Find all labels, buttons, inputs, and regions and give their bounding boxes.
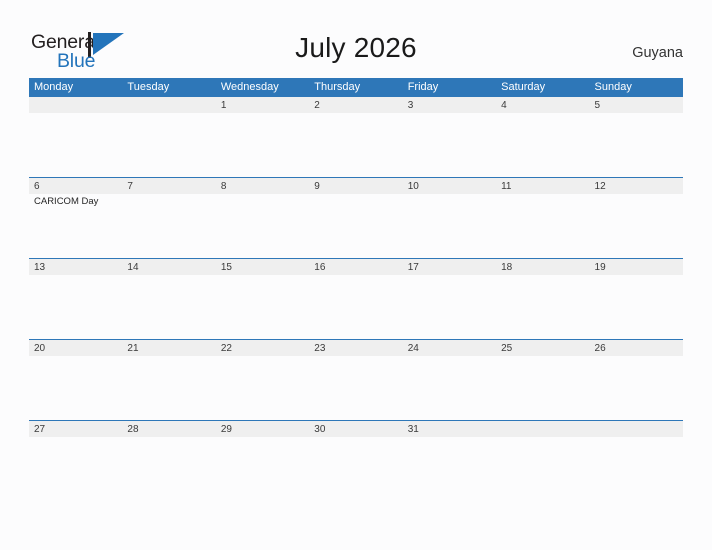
day-number[interactable]: 3 bbox=[403, 97, 496, 113]
day-events[interactable] bbox=[590, 356, 683, 419]
day-events[interactable] bbox=[122, 437, 215, 500]
day-number[interactable]: 12 bbox=[590, 178, 683, 194]
week-event-body bbox=[29, 437, 683, 500]
day-events[interactable] bbox=[496, 194, 589, 257]
day-number[interactable]: 29 bbox=[216, 421, 309, 437]
calendar-week-row: 27 28 29 30 31 bbox=[29, 420, 683, 501]
day-number[interactable]: 30 bbox=[309, 421, 402, 437]
day-number[interactable]: 22 bbox=[216, 340, 309, 356]
week-date-band: 20 21 22 23 24 25 26 bbox=[29, 339, 683, 356]
day-events[interactable] bbox=[403, 194, 496, 257]
day-events[interactable] bbox=[496, 113, 589, 176]
day-events[interactable] bbox=[122, 113, 215, 176]
day-number[interactable]: 14 bbox=[122, 259, 215, 275]
weekday-header-row: Monday Tuesday Wednesday Thursday Friday… bbox=[29, 78, 683, 96]
day-number[interactable]: 26 bbox=[590, 340, 683, 356]
day-number[interactable]: 9 bbox=[309, 178, 402, 194]
day-events[interactable] bbox=[403, 437, 496, 500]
day-events[interactable] bbox=[309, 356, 402, 419]
week-date-band: 6 7 8 9 10 11 12 bbox=[29, 177, 683, 194]
day-number[interactable] bbox=[590, 421, 683, 437]
week-event-body bbox=[29, 113, 683, 176]
day-number[interactable]: 18 bbox=[496, 259, 589, 275]
day-events[interactable] bbox=[122, 275, 215, 338]
calendar-week-row: 13 14 15 16 17 18 19 bbox=[29, 258, 683, 339]
day-events[interactable] bbox=[309, 194, 402, 257]
day-events[interactable] bbox=[403, 113, 496, 176]
day-number[interactable]: 2 bbox=[309, 97, 402, 113]
day-events[interactable] bbox=[216, 437, 309, 500]
day-number[interactable]: 7 bbox=[122, 178, 215, 194]
day-events[interactable] bbox=[216, 275, 309, 338]
day-number[interactable]: 19 bbox=[590, 259, 683, 275]
day-number[interactable] bbox=[29, 97, 122, 113]
day-events[interactable] bbox=[309, 275, 402, 338]
day-number[interactable]: 4 bbox=[496, 97, 589, 113]
day-number[interactable]: 16 bbox=[309, 259, 402, 275]
weekday-header-friday: Friday bbox=[407, 81, 439, 93]
day-events[interactable] bbox=[590, 113, 683, 176]
day-events[interactable] bbox=[590, 194, 683, 257]
day-events[interactable] bbox=[216, 194, 309, 257]
page-header: General Blue July 2026 Guyana bbox=[0, 0, 712, 78]
day-number[interactable]: 1 bbox=[216, 97, 309, 113]
day-number[interactable]: 21 bbox=[122, 340, 215, 356]
day-events[interactable] bbox=[29, 275, 122, 338]
day-number[interactable]: 28 bbox=[122, 421, 215, 437]
calendar-week-row: 6 7 8 9 10 11 12 CARICOM Day bbox=[29, 177, 683, 258]
country-label: Guyana bbox=[632, 45, 683, 61]
calendar-week-row: 1 2 3 4 5 bbox=[29, 96, 683, 177]
day-number[interactable]: 5 bbox=[590, 97, 683, 113]
weekday-header-thursday: Thursday bbox=[314, 81, 361, 93]
day-number[interactable]: 23 bbox=[309, 340, 402, 356]
event-label: CARICOM Day bbox=[34, 196, 99, 207]
day-number[interactable] bbox=[122, 97, 215, 113]
day-number[interactable]: 15 bbox=[216, 259, 309, 275]
day-events[interactable] bbox=[216, 356, 309, 419]
day-number[interactable] bbox=[496, 421, 589, 437]
day-number[interactable]: 31 bbox=[403, 421, 496, 437]
weekday-header-saturday: Saturday bbox=[501, 81, 546, 93]
day-events[interactable] bbox=[29, 356, 122, 419]
day-events[interactable] bbox=[216, 113, 309, 176]
day-number[interactable]: 13 bbox=[29, 259, 122, 275]
day-number[interactable]: 6 bbox=[29, 178, 122, 194]
day-events[interactable] bbox=[496, 275, 589, 338]
calendar-week-row: 20 21 22 23 24 25 26 bbox=[29, 339, 683, 420]
calendar-grid: Monday Tuesday Wednesday Thursday Friday… bbox=[29, 78, 683, 501]
day-events[interactable] bbox=[122, 194, 215, 257]
day-events[interactable] bbox=[496, 356, 589, 419]
week-date-band: 13 14 15 16 17 18 19 bbox=[29, 258, 683, 275]
day-events[interactable] bbox=[29, 113, 122, 176]
weekday-header-wednesday: Wednesday bbox=[220, 81, 279, 93]
day-events[interactable] bbox=[496, 437, 589, 500]
page-title: July 2026 bbox=[295, 32, 417, 63]
weekday-header-monday: Monday bbox=[34, 81, 74, 93]
week-event-body bbox=[29, 275, 683, 338]
day-events[interactable] bbox=[403, 275, 496, 338]
day-events[interactable] bbox=[309, 437, 402, 500]
week-event-body bbox=[29, 356, 683, 419]
week-event-body: CARICOM Day bbox=[29, 194, 683, 257]
week-date-band: 1 2 3 4 5 bbox=[29, 96, 683, 113]
day-events[interactable] bbox=[309, 113, 402, 176]
day-events[interactable] bbox=[29, 437, 122, 500]
weekday-header-sunday: Sunday bbox=[594, 81, 632, 93]
day-events[interactable] bbox=[590, 437, 683, 500]
week-date-band: 27 28 29 30 31 bbox=[29, 420, 683, 437]
day-number[interactable]: 10 bbox=[403, 178, 496, 194]
day-events[interactable]: CARICOM Day bbox=[29, 194, 122, 257]
day-events[interactable] bbox=[403, 356, 496, 419]
day-number[interactable]: 20 bbox=[29, 340, 122, 356]
day-number[interactable]: 11 bbox=[496, 178, 589, 194]
day-events[interactable] bbox=[122, 356, 215, 419]
day-number[interactable]: 17 bbox=[403, 259, 496, 275]
day-number[interactable]: 25 bbox=[496, 340, 589, 356]
day-events[interactable] bbox=[590, 275, 683, 338]
day-number[interactable]: 8 bbox=[216, 178, 309, 194]
day-number[interactable]: 24 bbox=[403, 340, 496, 356]
day-number[interactable]: 27 bbox=[29, 421, 122, 437]
weekday-header-tuesday: Tuesday bbox=[127, 81, 170, 93]
